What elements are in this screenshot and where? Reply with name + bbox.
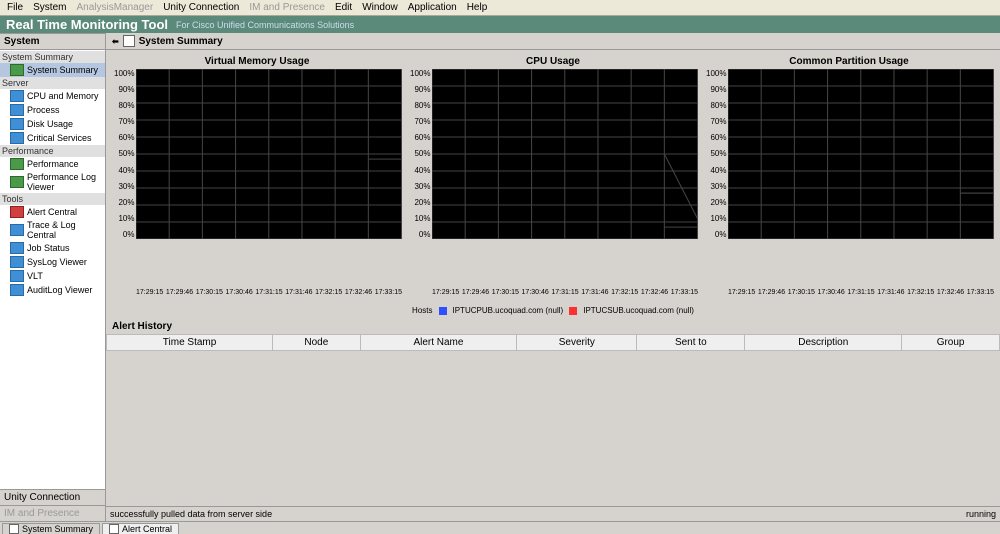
charts-row: Virtual Memory Usage100%90%80%70%60%50%4… (106, 50, 1000, 302)
tree-item-performance[interactable]: Performance (0, 157, 105, 171)
alert-col[interactable]: Node (273, 335, 360, 351)
app-title: Real Time Monitoring Tool (6, 17, 168, 32)
tree-icon (10, 90, 24, 102)
app-subtitle: For Cisco Unified Communications Solutio… (176, 20, 354, 30)
menu-system[interactable]: System (28, 2, 71, 13)
panel-title: System Summary (139, 36, 223, 47)
menu-im-and-presence[interactable]: IM and Presence (244, 2, 330, 13)
legend-label: IPTUCSUB.ucoquad.com (null) (583, 306, 694, 315)
tree-item-label: SysLog Viewer (27, 257, 87, 267)
alert-history-title: Alert History (106, 319, 1000, 334)
menu-help[interactable]: Help (462, 2, 493, 13)
tree-icon (10, 206, 24, 218)
tree-icon (10, 104, 24, 116)
tree-icon (10, 242, 24, 254)
sidebar-footer-unity[interactable]: Unity Connection (0, 489, 105, 505)
tree-item-syslog-viewer[interactable]: SysLog Viewer (0, 255, 105, 269)
tree-item-alert-central[interactable]: Alert Central (0, 205, 105, 219)
alert-history-body (106, 351, 1000, 506)
tree-item-job-status[interactable]: Job Status (0, 241, 105, 255)
content-area: ⬅ System Summary Virtual Memory Usage100… (106, 33, 1000, 521)
tree-item-auditlog-viewer[interactable]: AuditLog Viewer (0, 283, 105, 297)
tree-icon (10, 224, 24, 236)
chart-title: Common Partition Usage (704, 56, 994, 67)
panel-close-icon[interactable]: ⬅ (112, 37, 119, 46)
tree-icon (10, 284, 24, 296)
alert-col[interactable]: Alert Name (360, 335, 517, 351)
tree-item-label: AuditLog Viewer (27, 285, 92, 295)
tree-item-trace-log-central[interactable]: Trace & Log Central (0, 219, 105, 241)
chart-title: CPU Usage (408, 56, 698, 67)
status-running: running (966, 509, 996, 519)
alert-col[interactable]: Sent to (637, 335, 745, 351)
tree-item-label: System Summary (27, 65, 98, 75)
legend-swatch (569, 307, 577, 315)
app-titlebar: Real Time Monitoring Tool For Cisco Unif… (0, 16, 1000, 33)
tab-icon (9, 524, 19, 534)
alert-col[interactable]: Severity (517, 335, 637, 351)
tree-item-critical-services[interactable]: Critical Services (0, 131, 105, 145)
tree-item-label: Job Status (27, 243, 70, 253)
tree-item-label: Disk Usage (27, 119, 73, 129)
window-icon (123, 35, 135, 47)
bottom-tabbar[interactable]: System SummaryAlert Central (0, 521, 1000, 534)
menu-file[interactable]: File (2, 2, 28, 13)
tree-item-label: CPU and Memory (27, 91, 99, 101)
tree-item-cpu-and-memory[interactable]: CPU and Memory (0, 89, 105, 103)
tree-icon (10, 176, 24, 188)
chart-plot (136, 69, 402, 239)
nav-tree: System Summary System Summary Server CPU an… (0, 50, 105, 489)
tree-item-label: Trace & Log Central (27, 220, 103, 240)
menu-window[interactable]: Window (357, 2, 403, 13)
legend-swatch (439, 307, 447, 315)
chart-plot (432, 69, 698, 239)
tree-item-label: VLT (27, 271, 43, 281)
menu-unity-connection[interactable]: Unity Connection (158, 2, 244, 13)
sidebar: System System Summary System Summary Serve… (0, 33, 106, 521)
tree-icon (10, 132, 24, 144)
menu-analysismanager[interactable]: AnalysisManager (71, 2, 158, 13)
tree-category: Tools (0, 193, 105, 205)
sidebar-header-system[interactable]: System (0, 33, 105, 50)
tree-icon (10, 256, 24, 268)
tree-category: Server (0, 77, 105, 89)
panel-header: ⬅ System Summary (106, 33, 1000, 50)
tree-item-label: Alert Central (27, 207, 77, 217)
tree-item-performance-log-viewer[interactable]: Performance Log Viewer (0, 171, 105, 193)
status-message: successfully pulled data from server sid… (110, 509, 272, 519)
chart-plot (728, 69, 994, 239)
tree-item-label: Performance (27, 159, 79, 169)
tree-icon (10, 158, 24, 170)
tree-item-system-summary[interactable]: System Summary (0, 63, 105, 77)
sidebar-footer-im[interactable]: IM and Presence (0, 505, 105, 521)
menu-edit[interactable]: Edit (330, 2, 357, 13)
tree-item-label: Process (27, 105, 60, 115)
tree-icon (10, 270, 24, 282)
tree-icon (10, 64, 24, 76)
alert-history-table: Time StampNodeAlert NameSeveritySent toD… (106, 334, 1000, 351)
chart-0: Virtual Memory Usage100%90%80%70%60%50%4… (112, 56, 402, 296)
tree-item-label: Performance Log Viewer (27, 172, 103, 192)
chart-1: CPU Usage100%90%80%70%60%50%40%30%20%10%… (408, 56, 698, 296)
legend-label: IPTUCPUB.ucoquad.com (null) (453, 306, 564, 315)
tab-system-summary[interactable]: System Summary (2, 523, 100, 534)
menubar[interactable]: FileSystemAnalysisManagerUnity Connectio… (0, 0, 1000, 16)
alert-col[interactable]: Description (745, 335, 902, 351)
tree-icon (10, 118, 24, 130)
chart-2: Common Partition Usage100%90%80%70%60%50… (704, 56, 994, 296)
status-bar: successfully pulled data from server sid… (106, 506, 1000, 521)
menu-application[interactable]: Application (403, 2, 462, 13)
tree-category: System Summary (0, 51, 105, 63)
chart-title: Virtual Memory Usage (112, 56, 402, 67)
hosts-legend: HostsIPTUCPUB.ucoquad.com (null)IPTUCSUB… (106, 302, 1000, 319)
tab-alert-central[interactable]: Alert Central (102, 523, 179, 534)
alert-col[interactable]: Group (902, 335, 1000, 351)
tree-category: Performance (0, 145, 105, 157)
tab-icon (109, 524, 119, 534)
tree-item-vlt[interactable]: VLT (0, 269, 105, 283)
alert-col[interactable]: Time Stamp (107, 335, 273, 351)
tree-item-process[interactable]: Process (0, 103, 105, 117)
tree-item-disk-usage[interactable]: Disk Usage (0, 117, 105, 131)
tree-item-label: Critical Services (27, 133, 92, 143)
